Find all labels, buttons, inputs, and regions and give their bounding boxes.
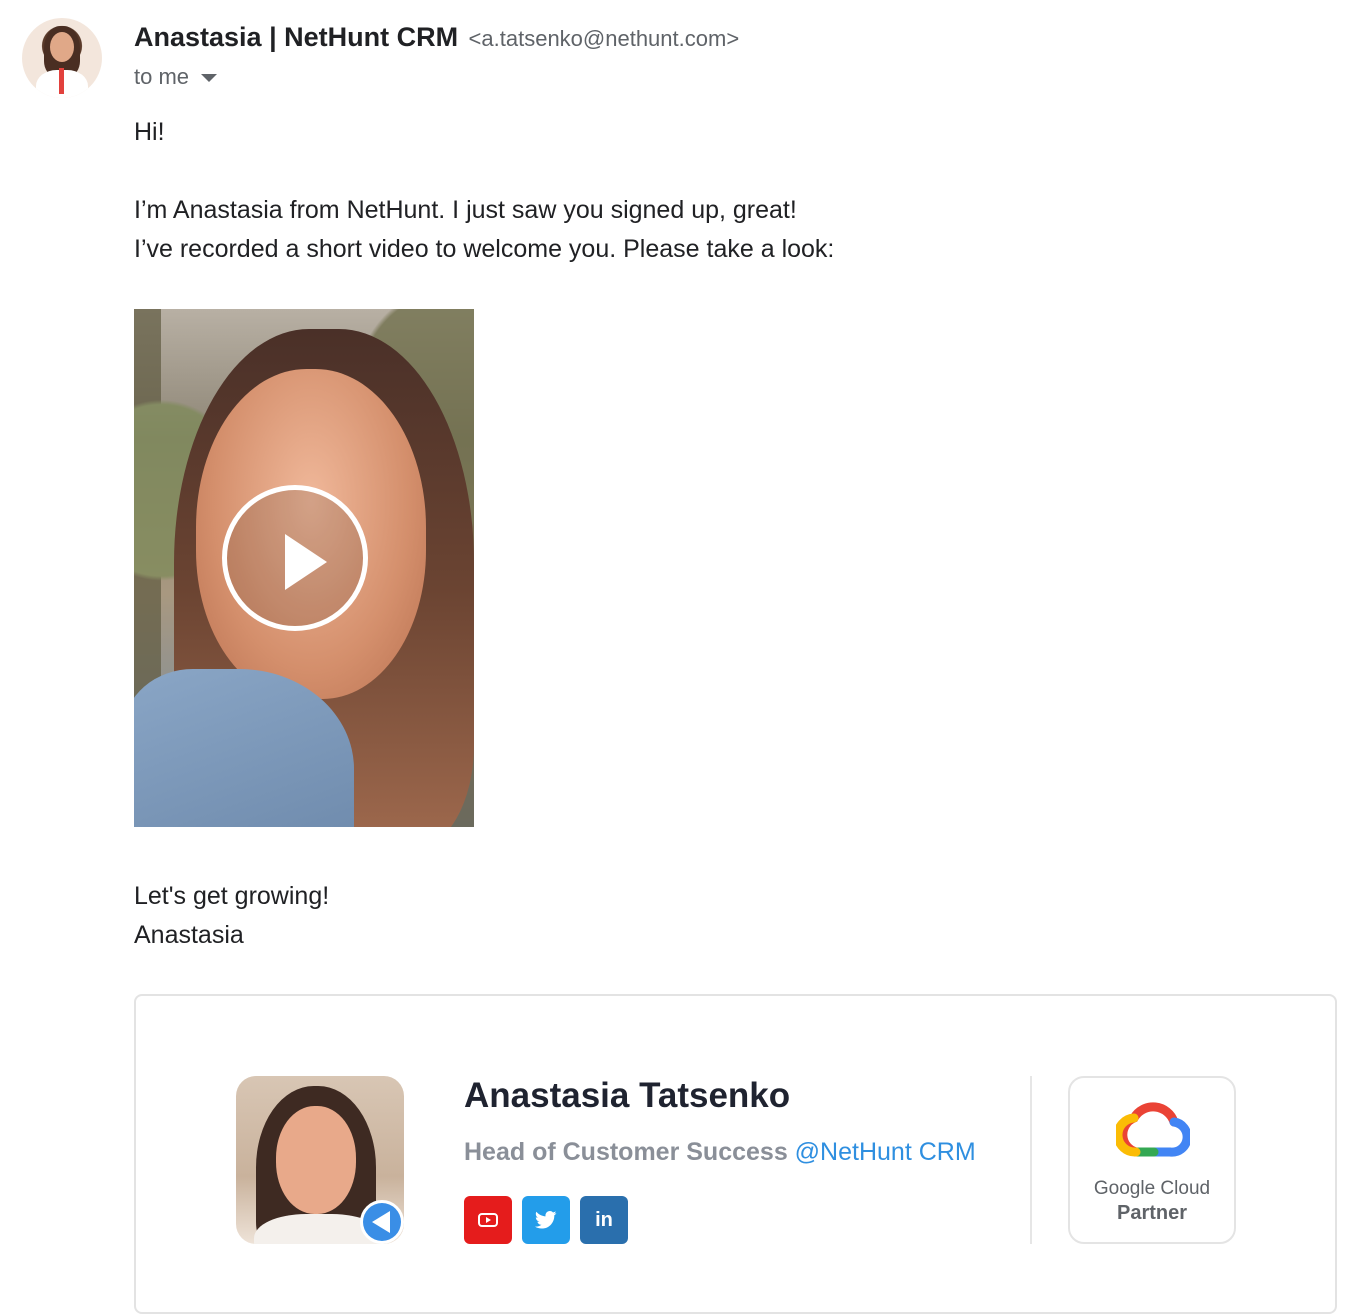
signature-role: Head of Customer Success [464, 1138, 788, 1166]
signature-photo-face [276, 1106, 356, 1214]
youtube-icon[interactable] [464, 1196, 512, 1244]
sender-name[interactable]: Anastasia | NetHunt CRM [134, 22, 458, 52]
twitter-bird-glyph [535, 1211, 557, 1229]
partner-line-2: Partner [1116, 1202, 1188, 1224]
email-signature-card: Anastasia Tatsenko Head of Customer Succ… [134, 994, 1337, 1314]
social-links: in [464, 1196, 628, 1244]
sender-line: Anastasia | NetHunt CRM <a.tatsenko@neth… [134, 22, 739, 53]
sender-avatar[interactable] [22, 18, 102, 98]
sender-email: <a.tatsenko@nethunt.com> [468, 26, 740, 51]
linkedin-icon[interactable]: in [580, 1196, 628, 1244]
partner-line-1: Google Cloud [1093, 1178, 1211, 1199]
signature-name: Anastasia Tatsenko [464, 1076, 791, 1115]
play-icon[interactable] [222, 485, 368, 631]
avatar-lanyard [59, 68, 64, 94]
megaphone-badge-inner [363, 1203, 401, 1241]
signature-divider [1030, 1076, 1032, 1244]
message-sign-off: Anastasia [134, 921, 244, 949]
signature-company-link[interactable]: @NetHunt CRM [795, 1138, 976, 1166]
twitter-icon[interactable] [522, 1196, 570, 1244]
video-thumbnail[interactable] [134, 309, 474, 827]
message-line-2: I’ve recorded a short video to welcome y… [134, 235, 835, 263]
message-closing: Let's get growing! [134, 882, 330, 910]
signature-title: Head of Customer Success @NetHunt CRM [464, 1138, 976, 1167]
megaphone-badge-icon [360, 1200, 404, 1244]
recipient-details-toggle[interactable]: to me [134, 64, 218, 90]
youtube-play-glyph [478, 1213, 498, 1227]
message-greeting: Hi! [134, 118, 165, 146]
recipient-label: to me [134, 64, 190, 89]
caret-down-icon[interactable] [201, 74, 218, 82]
avatar-face [50, 32, 74, 62]
google-cloud-icon [1116, 1102, 1190, 1157]
message-line-1: I’m Anastasia from NetHunt. I just saw y… [134, 196, 797, 224]
google-cloud-partner-badge[interactable]: Google Cloud Partner [1068, 1076, 1236, 1244]
